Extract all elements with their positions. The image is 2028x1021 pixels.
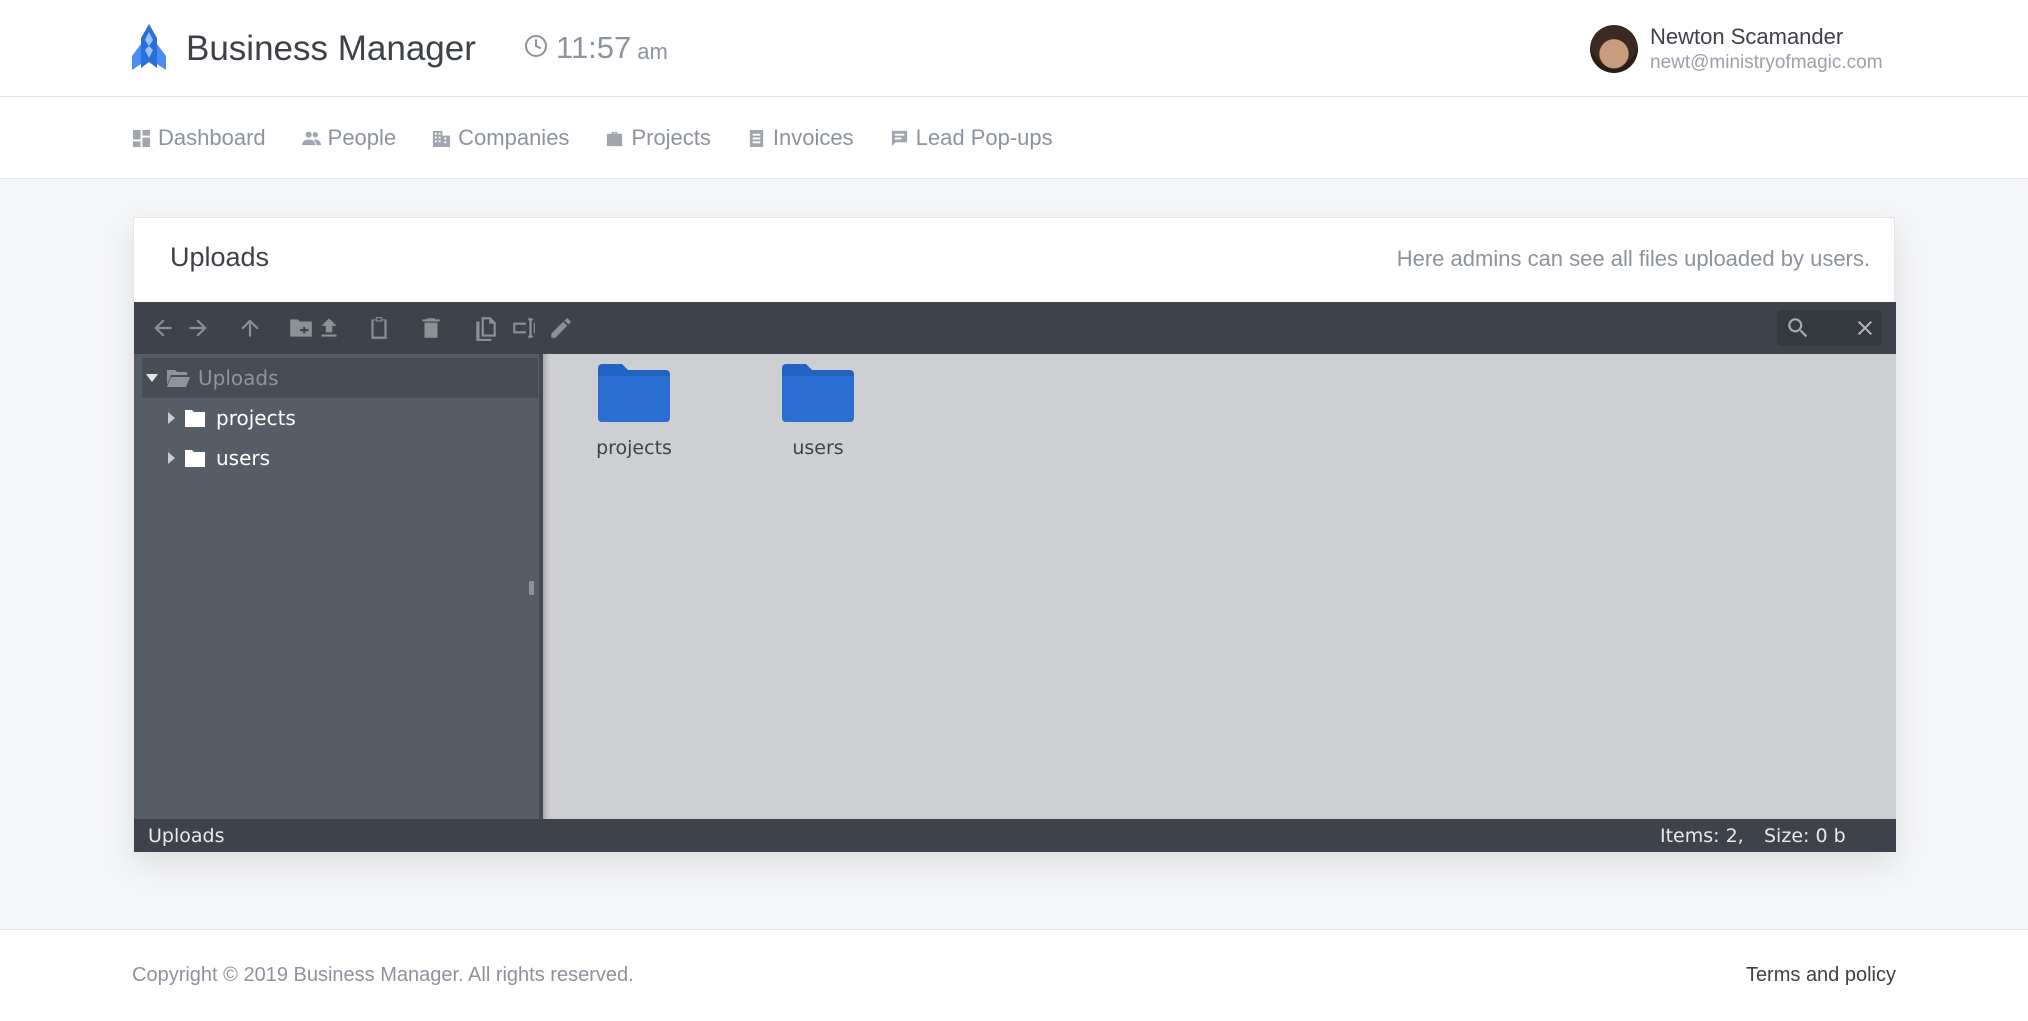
- uploads-card: Uploads Here admins can see all files up…: [133, 217, 1896, 852]
- rename-button[interactable]: [511, 315, 537, 341]
- invoice-icon: [749, 129, 764, 147]
- user-menu[interactable]: Newton Scamander newt@ministryofmagic.co…: [1590, 23, 1883, 75]
- status-size: Size: 0 b: [1764, 825, 1846, 847]
- forward-button[interactable]: [185, 315, 211, 341]
- companies-icon: [433, 130, 451, 147]
- copy-button[interactable]: [473, 315, 499, 341]
- folder-tree: Uploads projects users: [134, 354, 543, 819]
- folder-item-label: projects: [596, 437, 672, 459]
- folder-icon: [185, 409, 205, 427]
- dashboard-icon: [132, 129, 151, 147]
- status-items: Items: 2,: [1660, 825, 1744, 847]
- paste-icon: [371, 317, 387, 339]
- delete-button[interactable]: [418, 315, 444, 341]
- forward-icon: [189, 319, 207, 337]
- main-nav: Dashboard People Companies Projects Invo…: [0, 97, 2028, 179]
- tree-item-label: projects: [216, 406, 296, 430]
- tree-root-label: Uploads: [198, 366, 279, 390]
- back-icon: [154, 319, 172, 337]
- file-list: projects users: [543, 354, 1896, 819]
- nav-item-dashboard[interactable]: Dashboard: [132, 125, 266, 151]
- new-folder-button[interactable]: [288, 315, 314, 341]
- user-info: Newton Scamander newt@ministryofmagic.co…: [1650, 23, 1883, 75]
- briefcase-icon: [607, 131, 623, 146]
- search-input[interactable]: [1817, 314, 1845, 342]
- user-name: Newton Scamander: [1650, 24, 1844, 49]
- logo-icon: [132, 23, 166, 75]
- nav-item-people[interactable]: People: [301, 125, 397, 151]
- folder-open-icon: [167, 370, 190, 387]
- folder-item-label: users: [792, 437, 844, 459]
- search-icon[interactable]: [1785, 315, 1811, 341]
- edit-button[interactable]: [548, 315, 574, 341]
- copy-icon: [476, 317, 496, 341]
- upload-button[interactable]: [316, 315, 342, 341]
- footer: Copyright © 2019 Business Manager. All r…: [0, 929, 2028, 1021]
- nav-item-projects[interactable]: Projects: [605, 125, 711, 151]
- nav-item-invoices[interactable]: Invoices: [747, 125, 854, 151]
- caret-down-icon[interactable]: [144, 370, 160, 386]
- search-box: [1777, 310, 1882, 346]
- folder-icon: [185, 449, 205, 467]
- people-icon: [301, 131, 321, 145]
- caret-right-icon[interactable]: [164, 411, 178, 425]
- panel-resize-handle[interactable]: [529, 581, 534, 595]
- nav-item-companies[interactable]: Companies: [432, 125, 569, 151]
- avatar[interactable]: [1590, 25, 1638, 73]
- nav-label: Invoices: [772, 125, 854, 150]
- tree-item-projects[interactable]: projects: [164, 400, 296, 436]
- card-title: Uploads: [170, 242, 270, 272]
- folder-item-projects[interactable]: projects: [574, 362, 694, 459]
- new-folder-icon: [290, 319, 312, 337]
- nav-label: Lead Pop-ups: [915, 125, 1053, 150]
- clock-ampm: am: [637, 39, 668, 64]
- upload-icon: [321, 318, 337, 337]
- tree-item-label: users: [216, 446, 271, 470]
- card-header: Uploads Here admins can see all files up…: [134, 218, 1894, 302]
- rename-icon: [513, 318, 535, 338]
- user-email: newt@ministryofmagic.com: [1650, 52, 1883, 73]
- nav-label: Companies: [458, 125, 570, 150]
- status-path: Uploads: [148, 825, 225, 847]
- caret-right-icon[interactable]: [164, 451, 178, 465]
- folder-icon: [598, 364, 670, 422]
- top-header: Business Manager 11:57 am Newton Scamand…: [0, 0, 2028, 97]
- folder-item-users[interactable]: users: [758, 362, 878, 459]
- tree-root-uploads[interactable]: Uploads: [142, 358, 538, 398]
- back-button[interactable]: [150, 315, 176, 341]
- file-manager-toolbar: [134, 302, 1896, 354]
- clock: 11:57 am: [524, 30, 668, 66]
- tree-item-users[interactable]: users: [164, 440, 270, 476]
- terms-link[interactable]: Terms and policy: [1746, 964, 1896, 987]
- up-icon: [241, 319, 259, 337]
- nav-label: Dashboard: [158, 125, 266, 150]
- status-bar: Uploads Items: 2, Size: 0 b: [134, 819, 1896, 852]
- chat-icon: [891, 130, 907, 146]
- up-button[interactable]: [237, 315, 263, 341]
- edit-icon: [551, 318, 571, 338]
- clock-icon: [524, 34, 548, 63]
- paste-button[interactable]: [366, 315, 392, 341]
- nav-label: Projects: [631, 125, 711, 150]
- clock-time: 11:57: [556, 30, 632, 65]
- file-manager: Uploads projects users projects users Up…: [134, 302, 1896, 852]
- brand[interactable]: Business Manager: [132, 23, 476, 75]
- card-description: Here admins can see all files uploaded b…: [1396, 246, 1870, 271]
- folder-icon: [782, 364, 854, 422]
- nav-item-lead-popups[interactable]: Lead Pop-ups: [890, 125, 1053, 151]
- app-name: Business Manager: [186, 29, 476, 68]
- close-icon[interactable]: [1853, 316, 1877, 340]
- nav-label: People: [327, 125, 397, 150]
- delete-icon: [422, 318, 440, 338]
- copyright: Copyright © 2019 Business Manager. All r…: [132, 964, 634, 986]
